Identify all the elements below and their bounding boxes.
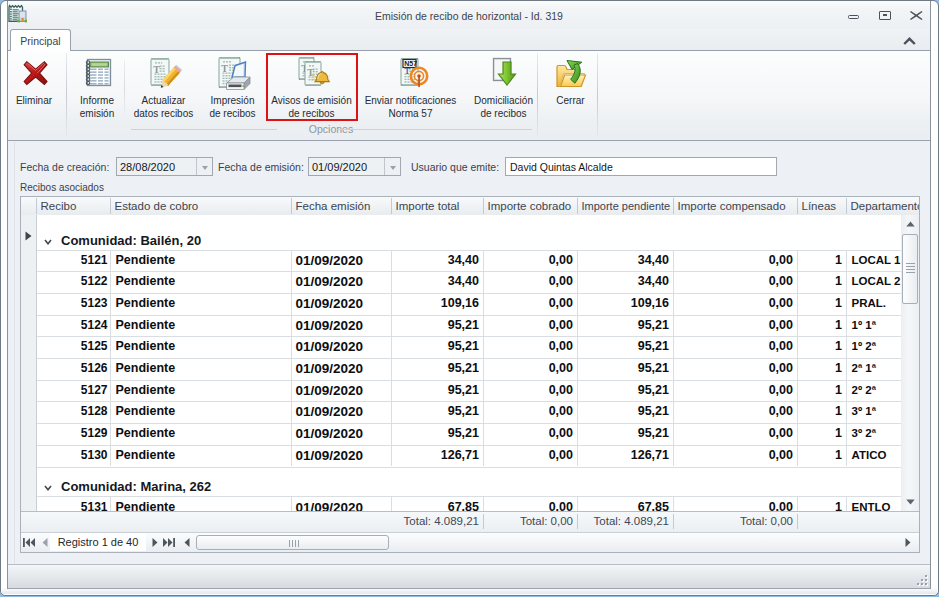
svg-text:N57: N57 (404, 60, 417, 67)
svg-text:T: T (153, 64, 160, 75)
svg-text:T: T (221, 63, 228, 74)
